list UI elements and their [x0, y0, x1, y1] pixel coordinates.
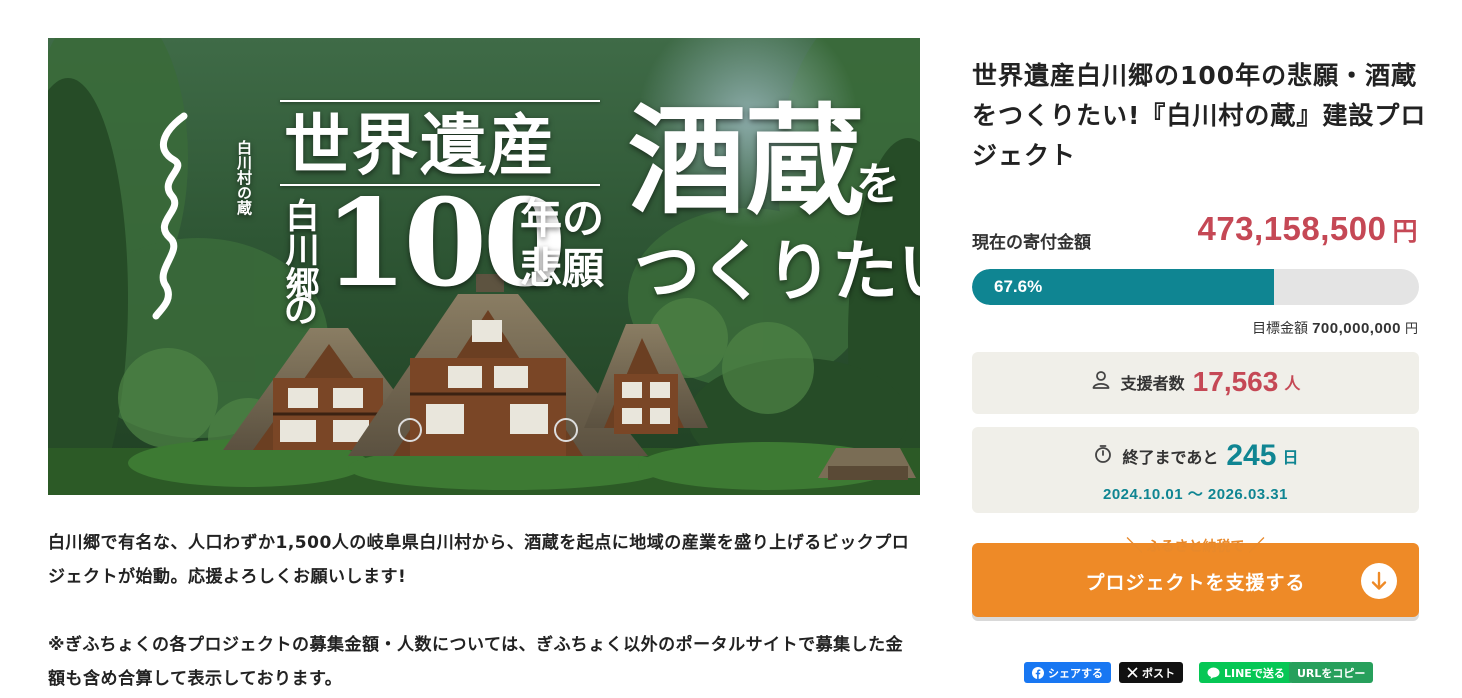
funding-amount-value: 473,158,500	[1197, 210, 1387, 247]
funding-amount: 473,158,500 円	[1197, 210, 1418, 248]
x-post-button[interactable]: ポスト	[1119, 662, 1183, 683]
remaining-card: 終了まであと 245 日 2024.10.01 ～ 2026.03.31	[972, 427, 1419, 513]
funding-progress-percent: 67.6%	[994, 277, 1043, 296]
hero-wish-text: 悲願	[520, 244, 605, 293]
hero-sake-text: 酒蔵	[628, 91, 865, 230]
remaining-unit: 日	[1282, 448, 1299, 467]
project-description: 白川郷で有名な、人口わずか1,500人の岐阜県白川村から、酒蔵を起点に地域の産業…	[48, 526, 920, 696]
line-share-button[interactable]: LINEで送る	[1199, 662, 1293, 683]
furusato-badge: ＼ ふるさと納税で／	[1126, 536, 1265, 555]
supporters-row: 支援者数 17,563 人	[972, 366, 1419, 398]
supporters-unit: 人	[1284, 374, 1301, 393]
hero-brand-text: 白川村の蔵	[235, 140, 253, 215]
goal-label: 目標金額	[1252, 321, 1309, 337]
facebook-icon	[1032, 666, 1044, 679]
brand-logo-icon	[152, 112, 188, 320]
hero-want-text: つくりたい!	[634, 232, 920, 310]
x-post-label: ポスト	[1142, 666, 1175, 680]
facebook-share-label: シェアする	[1048, 666, 1103, 680]
support-project-label: プロジェクトを支援する	[1085, 572, 1306, 594]
funding-progress-bar: 67.6%	[972, 269, 1419, 305]
remaining-days: 245	[1226, 439, 1277, 472]
supporters-count: 17,563	[1192, 366, 1279, 397]
goal-unit: 円	[1404, 322, 1418, 337]
hero-years-text: 年の	[520, 194, 605, 243]
funding-amount-unit: 円	[1392, 217, 1418, 246]
remaining-label: 終了まであと	[1122, 448, 1219, 467]
hero-of-text: の	[284, 291, 318, 331]
x-icon	[1127, 667, 1138, 678]
copy-url-button[interactable]: URLをコピー	[1289, 662, 1374, 683]
copy-url-label: URLをコピー	[1297, 666, 1366, 680]
remaining-row: 終了まであと 245 日	[972, 439, 1419, 473]
hero-wo-text: を	[856, 159, 900, 210]
line-share-label: LINEで送る	[1224, 666, 1285, 680]
stopwatch-icon	[1093, 444, 1113, 468]
hero-heritage-text: 世界遺産	[284, 106, 556, 184]
campaign-period: 2024.10.01 ～ 2026.03.31	[1103, 486, 1288, 503]
person-icon	[1091, 370, 1111, 394]
description-paragraph: 白川郷で有名な、人口わずか1,500人の岐阜県白川村から、酒蔵を起点に地域の産業…	[48, 533, 910, 587]
hero-rule-top	[280, 100, 600, 102]
supporters-card: 支援者数 17,563 人	[972, 352, 1419, 414]
project-title: 世界遺産白川郷の100年の悲願・酒蔵をつくりたい!『白川村の蔵』建設プロジェクト	[972, 61, 1427, 170]
hero-village-text: 白川郷	[279, 198, 319, 300]
description-note: ※ぎふちょくの各プロジェクトの募集金額・人数については、ぎふちょく以外のポータル…	[48, 635, 904, 689]
funding-label: 現在の寄付金額	[972, 233, 1091, 253]
line-icon	[1207, 667, 1220, 679]
furusato-badge-text: ふるさと納税で	[1146, 539, 1245, 555]
funding-goal: 目標金額 700,000,000 円	[1252, 318, 1418, 338]
goal-amount: 700,000,000	[1312, 320, 1401, 337]
facebook-share-button[interactable]: シェアする	[1024, 662, 1111, 683]
supporters-label: 支援者数	[1120, 374, 1185, 393]
hero-banner: 白川村の蔵 世界遺産 白川郷 の 100 年の 悲願 酒蔵 を つくりたい!	[48, 38, 920, 495]
arrow-down-circle-icon	[1361, 563, 1397, 599]
